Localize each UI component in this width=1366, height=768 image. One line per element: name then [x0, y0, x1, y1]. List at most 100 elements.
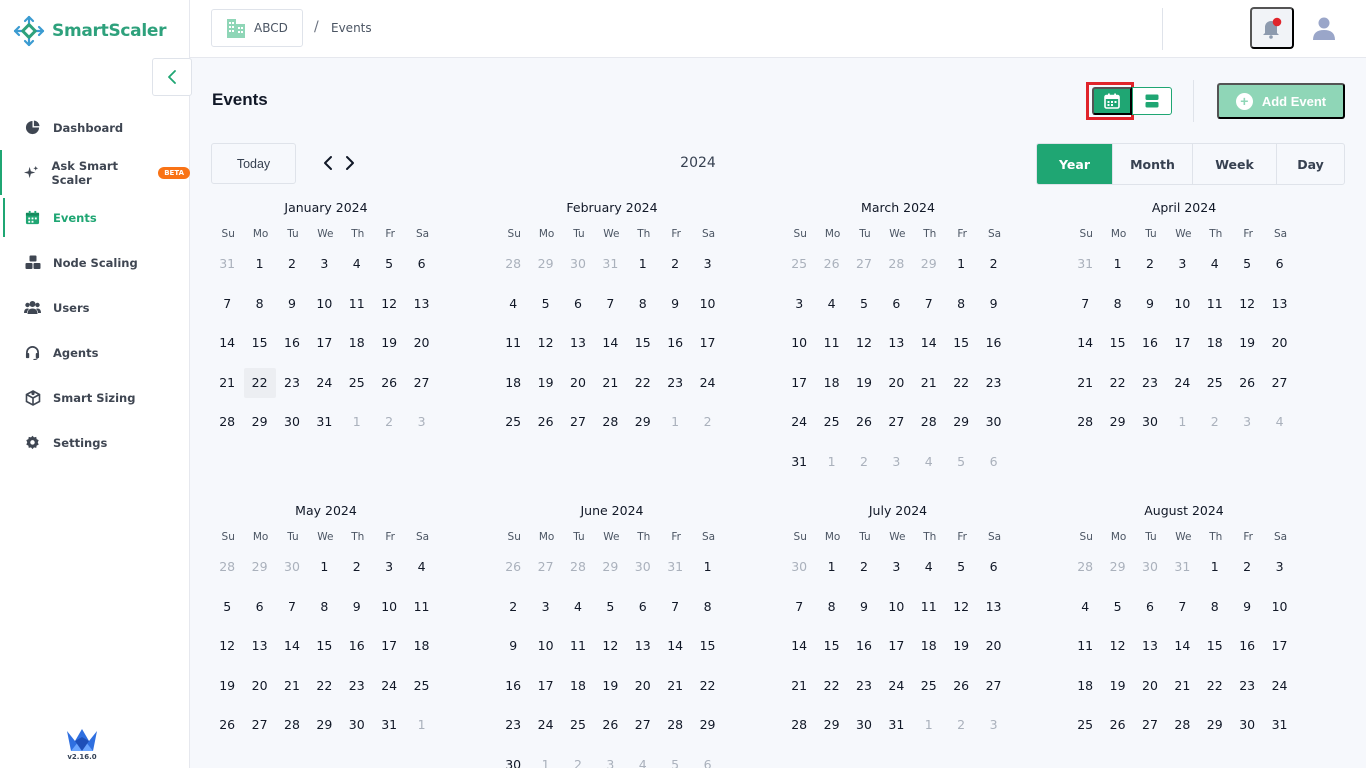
- day-cell[interactable]: 26: [1101, 715, 1133, 755]
- day-cell-outside[interactable]: 30: [783, 557, 815, 597]
- day-cell[interactable]: 25: [913, 676, 945, 716]
- sidebar-item-dashboard[interactable]: Dashboard: [0, 105, 190, 150]
- day-cell[interactable]: 8: [945, 294, 977, 334]
- day-cell[interactable]: 9: [1231, 597, 1263, 637]
- day-cell-outside[interactable]: 26: [815, 254, 847, 294]
- day-cell[interactable]: 13: [562, 333, 594, 373]
- day-cell[interactable]: 8: [1199, 597, 1231, 637]
- day-cell[interactable]: 24: [783, 412, 815, 452]
- day-cell[interactable]: 14: [659, 636, 691, 676]
- day-cell-outside[interactable]: 4: [1263, 412, 1295, 452]
- day-cell[interactable]: 29: [308, 715, 340, 755]
- day-cell-outside[interactable]: 2: [1199, 412, 1231, 452]
- day-cell[interactable]: 5: [1101, 597, 1133, 637]
- day-cell[interactable]: 18: [497, 373, 529, 413]
- day-cell[interactable]: 20: [243, 676, 275, 716]
- day-cell-outside[interactable]: 29: [529, 254, 561, 294]
- day-cell[interactable]: 18: [562, 676, 594, 716]
- day-cell[interactable]: 30: [977, 412, 1009, 452]
- day-cell[interactable]: 12: [1101, 636, 1133, 676]
- previous-year-button[interactable]: [320, 153, 336, 173]
- day-cell[interactable]: 22: [627, 373, 659, 413]
- day-cell[interactable]: 28: [211, 412, 243, 452]
- day-cell[interactable]: 10: [1263, 597, 1295, 637]
- calendar-view-button[interactable]: [1092, 87, 1132, 115]
- day-cell[interactable]: 1: [691, 557, 723, 597]
- day-cell[interactable]: 28: [783, 715, 815, 755]
- day-cell[interactable]: 13: [880, 333, 912, 373]
- day-cell[interactable]: 12: [594, 636, 626, 676]
- day-cell[interactable]: 21: [1166, 676, 1198, 716]
- day-cell[interactable]: 7: [594, 294, 626, 334]
- day-cell[interactable]: 12: [373, 294, 405, 334]
- day-cell-outside[interactable]: 2: [945, 715, 977, 755]
- day-cell[interactable]: 11: [405, 597, 437, 637]
- day-cell[interactable]: 28: [594, 412, 626, 452]
- day-cell[interactable]: 27: [243, 715, 275, 755]
- day-cell-outside[interactable]: 4: [913, 452, 945, 492]
- day-cell-outside[interactable]: 1: [405, 715, 437, 755]
- day-cell[interactable]: 17: [308, 333, 340, 373]
- day-cell-outside[interactable]: 3: [880, 452, 912, 492]
- day-cell[interactable]: 23: [341, 676, 373, 716]
- day-cell[interactable]: 9: [341, 597, 373, 637]
- day-cell[interactable]: 8: [691, 597, 723, 637]
- day-cell[interactable]: 3: [373, 557, 405, 597]
- day-cell[interactable]: 15: [945, 333, 977, 373]
- day-cell[interactable]: 5: [1231, 254, 1263, 294]
- app-logo[interactable]: SmartScaler: [12, 14, 166, 48]
- day-cell[interactable]: 30: [341, 715, 373, 755]
- day-cell-outside[interactable]: 3: [1231, 412, 1263, 452]
- day-cell[interactable]: 1: [1101, 254, 1133, 294]
- day-cell[interactable]: 22: [308, 676, 340, 716]
- day-cell[interactable]: 29: [627, 412, 659, 452]
- day-cell[interactable]: 28: [659, 715, 691, 755]
- day-cell[interactable]: 4: [1069, 597, 1101, 637]
- day-cell[interactable]: 3: [308, 254, 340, 294]
- day-cell[interactable]: 28: [276, 715, 308, 755]
- day-cell-outside[interactable]: 31: [211, 254, 243, 294]
- day-cell[interactable]: 16: [977, 333, 1009, 373]
- day-cell[interactable]: 22: [1101, 373, 1133, 413]
- day-cell-outside[interactable]: 2: [373, 412, 405, 452]
- day-cell[interactable]: 17: [880, 636, 912, 676]
- day-cell[interactable]: 7: [276, 597, 308, 637]
- day-cell-outside[interactable]: 4: [627, 755, 659, 768]
- day-cell[interactable]: 4: [405, 557, 437, 597]
- day-cell[interactable]: 14: [594, 333, 626, 373]
- day-cell-outside[interactable]: 6: [977, 452, 1009, 492]
- day-cell[interactable]: 20: [977, 636, 1009, 676]
- day-cell[interactable]: 29: [945, 412, 977, 452]
- day-cell-outside[interactable]: 6: [691, 755, 723, 768]
- day-cell[interactable]: 6: [627, 597, 659, 637]
- day-cell[interactable]: 26: [211, 715, 243, 755]
- day-cell-outside[interactable]: 30: [627, 557, 659, 597]
- day-cell[interactable]: 5: [945, 557, 977, 597]
- day-cell[interactable]: 3: [529, 597, 561, 637]
- day-cell[interactable]: 17: [691, 333, 723, 373]
- day-cell[interactable]: 16: [659, 333, 691, 373]
- day-cell[interactable]: 10: [783, 333, 815, 373]
- day-cell[interactable]: 10: [691, 294, 723, 334]
- day-cell[interactable]: 3: [880, 557, 912, 597]
- day-cell[interactable]: 26: [529, 412, 561, 452]
- day-cell[interactable]: 29: [1199, 715, 1231, 755]
- day-cell[interactable]: 9: [1134, 294, 1166, 334]
- day-cell[interactable]: 5: [211, 597, 243, 637]
- day-cell[interactable]: 29: [1101, 412, 1133, 452]
- day-cell[interactable]: 25: [341, 373, 373, 413]
- day-cell[interactable]: 3: [1263, 557, 1295, 597]
- range-week-button[interactable]: Week: [1192, 144, 1276, 184]
- day-cell[interactable]: 21: [276, 676, 308, 716]
- day-cell[interactable]: 14: [783, 636, 815, 676]
- collapse-sidebar-button[interactable]: [152, 58, 192, 96]
- day-cell[interactable]: 4: [913, 557, 945, 597]
- day-cell[interactable]: 26: [373, 373, 405, 413]
- day-cell[interactable]: 2: [1231, 557, 1263, 597]
- day-cell[interactable]: 11: [1069, 636, 1101, 676]
- day-cell[interactable]: 10: [1166, 294, 1198, 334]
- day-cell[interactable]: 7: [1166, 597, 1198, 637]
- day-cell[interactable]: 15: [627, 333, 659, 373]
- day-cell[interactable]: 4: [815, 294, 847, 334]
- day-cell[interactable]: 20: [562, 373, 594, 413]
